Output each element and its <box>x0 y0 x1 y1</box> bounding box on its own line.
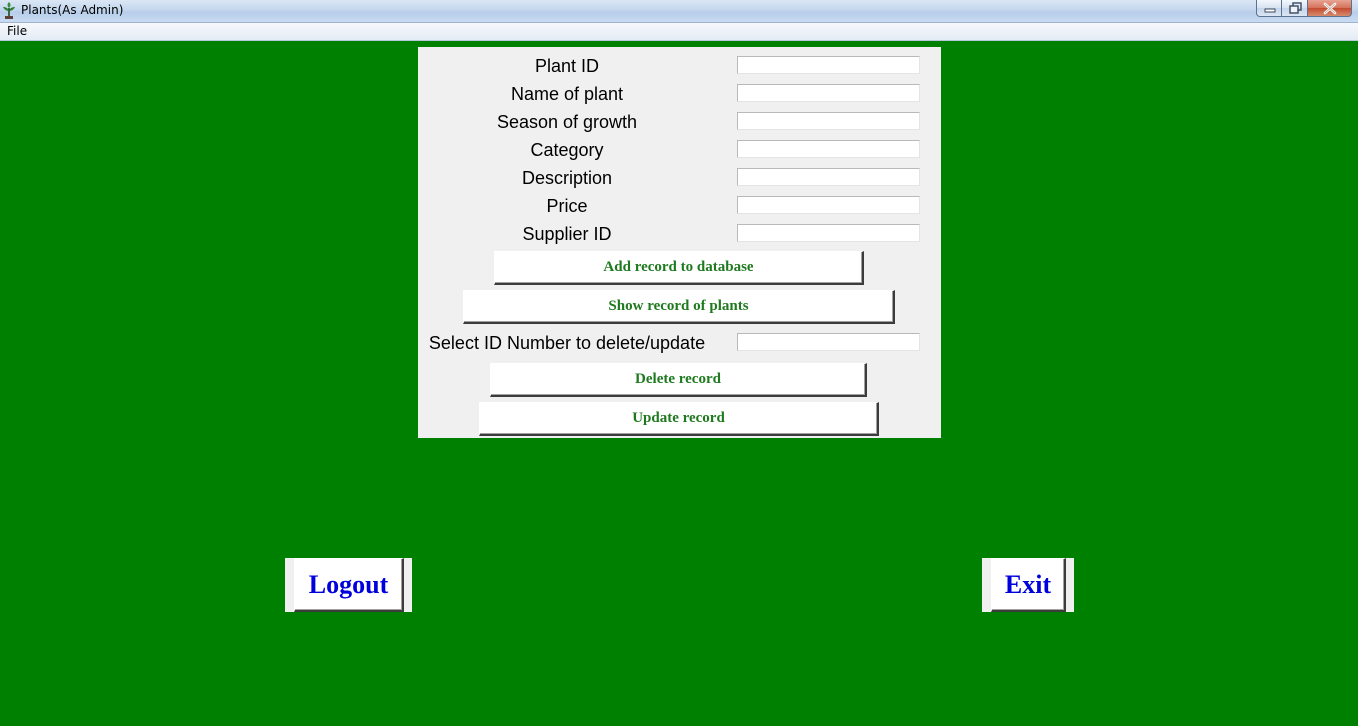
show-records-button[interactable]: Show record of plants <box>463 290 895 324</box>
description-label: Description <box>521 168 613 188</box>
season-label: Season of growth <box>496 112 638 132</box>
update-record-button[interactable]: Update record <box>479 402 879 436</box>
restore-icon <box>1289 2 1302 14</box>
app-window: Plants(As Admin) File Plant ID Name of p… <box>0 0 1358 726</box>
description-input[interactable] <box>737 168 920 186</box>
price-label: Price <box>546 196 588 216</box>
title-bar[interactable]: Plants(As Admin) <box>0 0 1358 23</box>
price-input[interactable] <box>737 196 920 214</box>
category-label: Category <box>530 140 604 160</box>
menu-bar: File <box>0 23 1358 41</box>
select-id-input[interactable] <box>737 333 920 351</box>
exit-button-frame: Exit <box>982 558 1074 612</box>
logout-button-frame: Logout <box>285 558 412 612</box>
supplier-id-input[interactable] <box>737 224 920 242</box>
menu-file[interactable]: File <box>7 24 27 38</box>
close-button[interactable] <box>1308 0 1352 17</box>
window-controls <box>1256 0 1352 18</box>
plant-name-label: Name of plant <box>510 84 624 104</box>
plant-name-input[interactable] <box>737 84 920 102</box>
minimize-button[interactable] <box>1256 0 1282 17</box>
season-input[interactable] <box>737 112 920 130</box>
select-id-label: Select ID Number to delete/update <box>428 333 706 353</box>
window-title: Plants(As Admin) <box>21 3 124 17</box>
supplier-id-label: Supplier ID <box>522 224 612 244</box>
plant-id-label: Plant ID <box>534 56 600 76</box>
plant-icon <box>3 2 15 19</box>
delete-record-button[interactable]: Delete record <box>490 363 867 397</box>
category-input[interactable] <box>737 140 920 158</box>
minimize-icon <box>1264 8 1276 13</box>
logout-button[interactable]: Logout <box>294 558 404 612</box>
plant-form-panel: Plant ID Name of plant Season of growth … <box>418 47 941 438</box>
close-icon <box>1323 2 1337 15</box>
exit-button[interactable]: Exit <box>991 558 1066 612</box>
plant-id-input[interactable] <box>737 56 920 74</box>
restore-button[interactable] <box>1282 0 1308 17</box>
add-record-button[interactable]: Add record to database <box>494 251 864 285</box>
